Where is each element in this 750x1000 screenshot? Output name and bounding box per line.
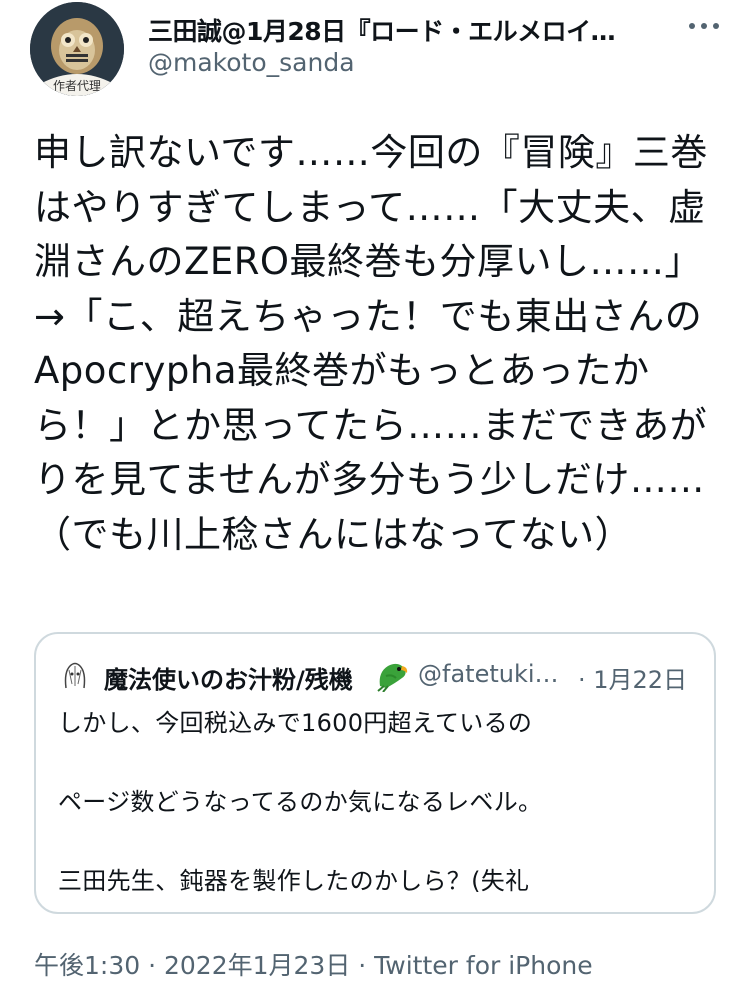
quoted-date[interactable]: · 1月22日 — [578, 660, 687, 695]
quoted-text-line: しかし、今回税込みで1600円超えているの — [58, 709, 533, 737]
quoted-tweet-header: 魔法使いのお汁粉/残機 @fatetuki… · 1月22日 — [58, 656, 698, 696]
author-avatar[interactable]: 作者代理 — [30, 2, 124, 96]
tweet-text: 申し訳ないです……今回の『冒険』三巻はやりすぎてしまって……「大丈夫、虚淵さんの… — [34, 131, 708, 556]
tweet-header: 作者代理 三田誠@1月28日『ロード・エルメロイ… @makoto_sanda — [0, 0, 750, 110]
quoted-text-line — [58, 823, 698, 863]
author-display-name[interactable]: 三田誠@1月28日『ロード・エルメロイ… — [148, 12, 648, 48]
owl-avatar-icon: 作者代理 — [30, 2, 124, 96]
quoted-tweet-text: しかし、今回税込みで1600円超えているの ページ数どうなってるのか気になるレベ… — [58, 704, 698, 902]
quoted-tweet-card[interactable]: 魔法使いのお汁粉/残機 @fatetuki… · 1月22日 しかし、今回税込み… — [34, 632, 716, 914]
tweet-timestamp[interactable]: 午後1:30 · 2022年1月23日 · Twitter for iPhone — [34, 946, 593, 982]
quoted-author-avatar[interactable] — [58, 658, 92, 692]
more-horizontal-icon — [701, 23, 707, 29]
more-options-button[interactable] — [680, 12, 728, 40]
quoted-display-name[interactable]: 魔法使いのお汁粉/残機 — [104, 660, 353, 695]
svg-text:作者代理: 作者代理 — [53, 79, 101, 93]
author-handle[interactable]: @makoto_sanda — [148, 48, 355, 77]
quoted-text-line: ページ数どうなってるのか気になるレベル。 — [58, 788, 543, 816]
quoted-text-line: 三田先生、鈍器を製作したのかしら？(失礼 — [58, 867, 530, 895]
quoted-handle[interactable]: @fatetuki… — [418, 660, 559, 688]
quoted-text-line — [58, 744, 698, 784]
more-horizontal-icon — [713, 23, 719, 29]
parrot-icon — [374, 658, 410, 693]
more-horizontal-icon — [689, 23, 695, 29]
sketch-avatar-icon — [58, 658, 92, 692]
